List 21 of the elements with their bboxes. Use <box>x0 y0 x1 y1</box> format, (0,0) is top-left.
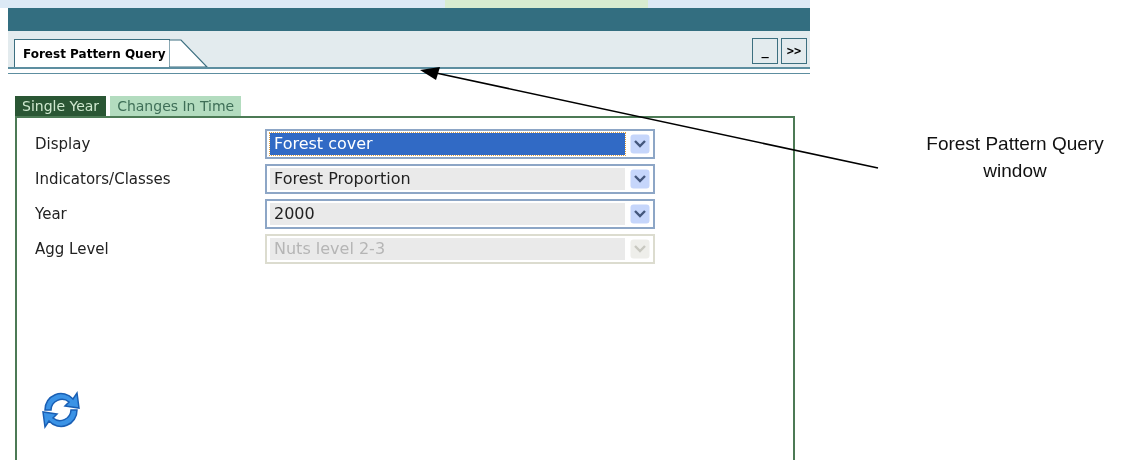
tab[interactable]: Changes In Time <box>110 96 242 116</box>
chevron-down-icon <box>630 168 650 189</box>
field-label: Agg Level <box>35 239 110 258</box>
chevron-down-icon <box>630 238 650 259</box>
dropdown-value: Forest Proportion <box>270 167 625 190</box>
chevron-down-icon <box>630 203 650 224</box>
field-label: Indicators/Classes <box>35 169 172 188</box>
dropdown[interactable]: Forest cover <box>265 128 655 159</box>
tab[interactable]: Single Year <box>15 96 107 116</box>
dropdown-value: Forest cover <box>270 132 625 155</box>
window-button[interactable]: _ <box>752 38 778 64</box>
refresh-icon[interactable] <box>39 388 83 432</box>
tab-edge-icon <box>168 39 209 67</box>
field-label: Display <box>35 134 92 153</box>
dropdown[interactable]: Forest Proportion <box>265 163 655 194</box>
chevron-down-icon <box>630 133 650 154</box>
dropdown[interactable]: 2000 <box>265 198 655 229</box>
annotation-text: Forest Pattern Query window <box>925 132 1105 183</box>
field-label: Year <box>35 204 68 223</box>
dropdown-value: 2000 <box>270 202 625 225</box>
window-button[interactable]: >> <box>781 38 807 64</box>
